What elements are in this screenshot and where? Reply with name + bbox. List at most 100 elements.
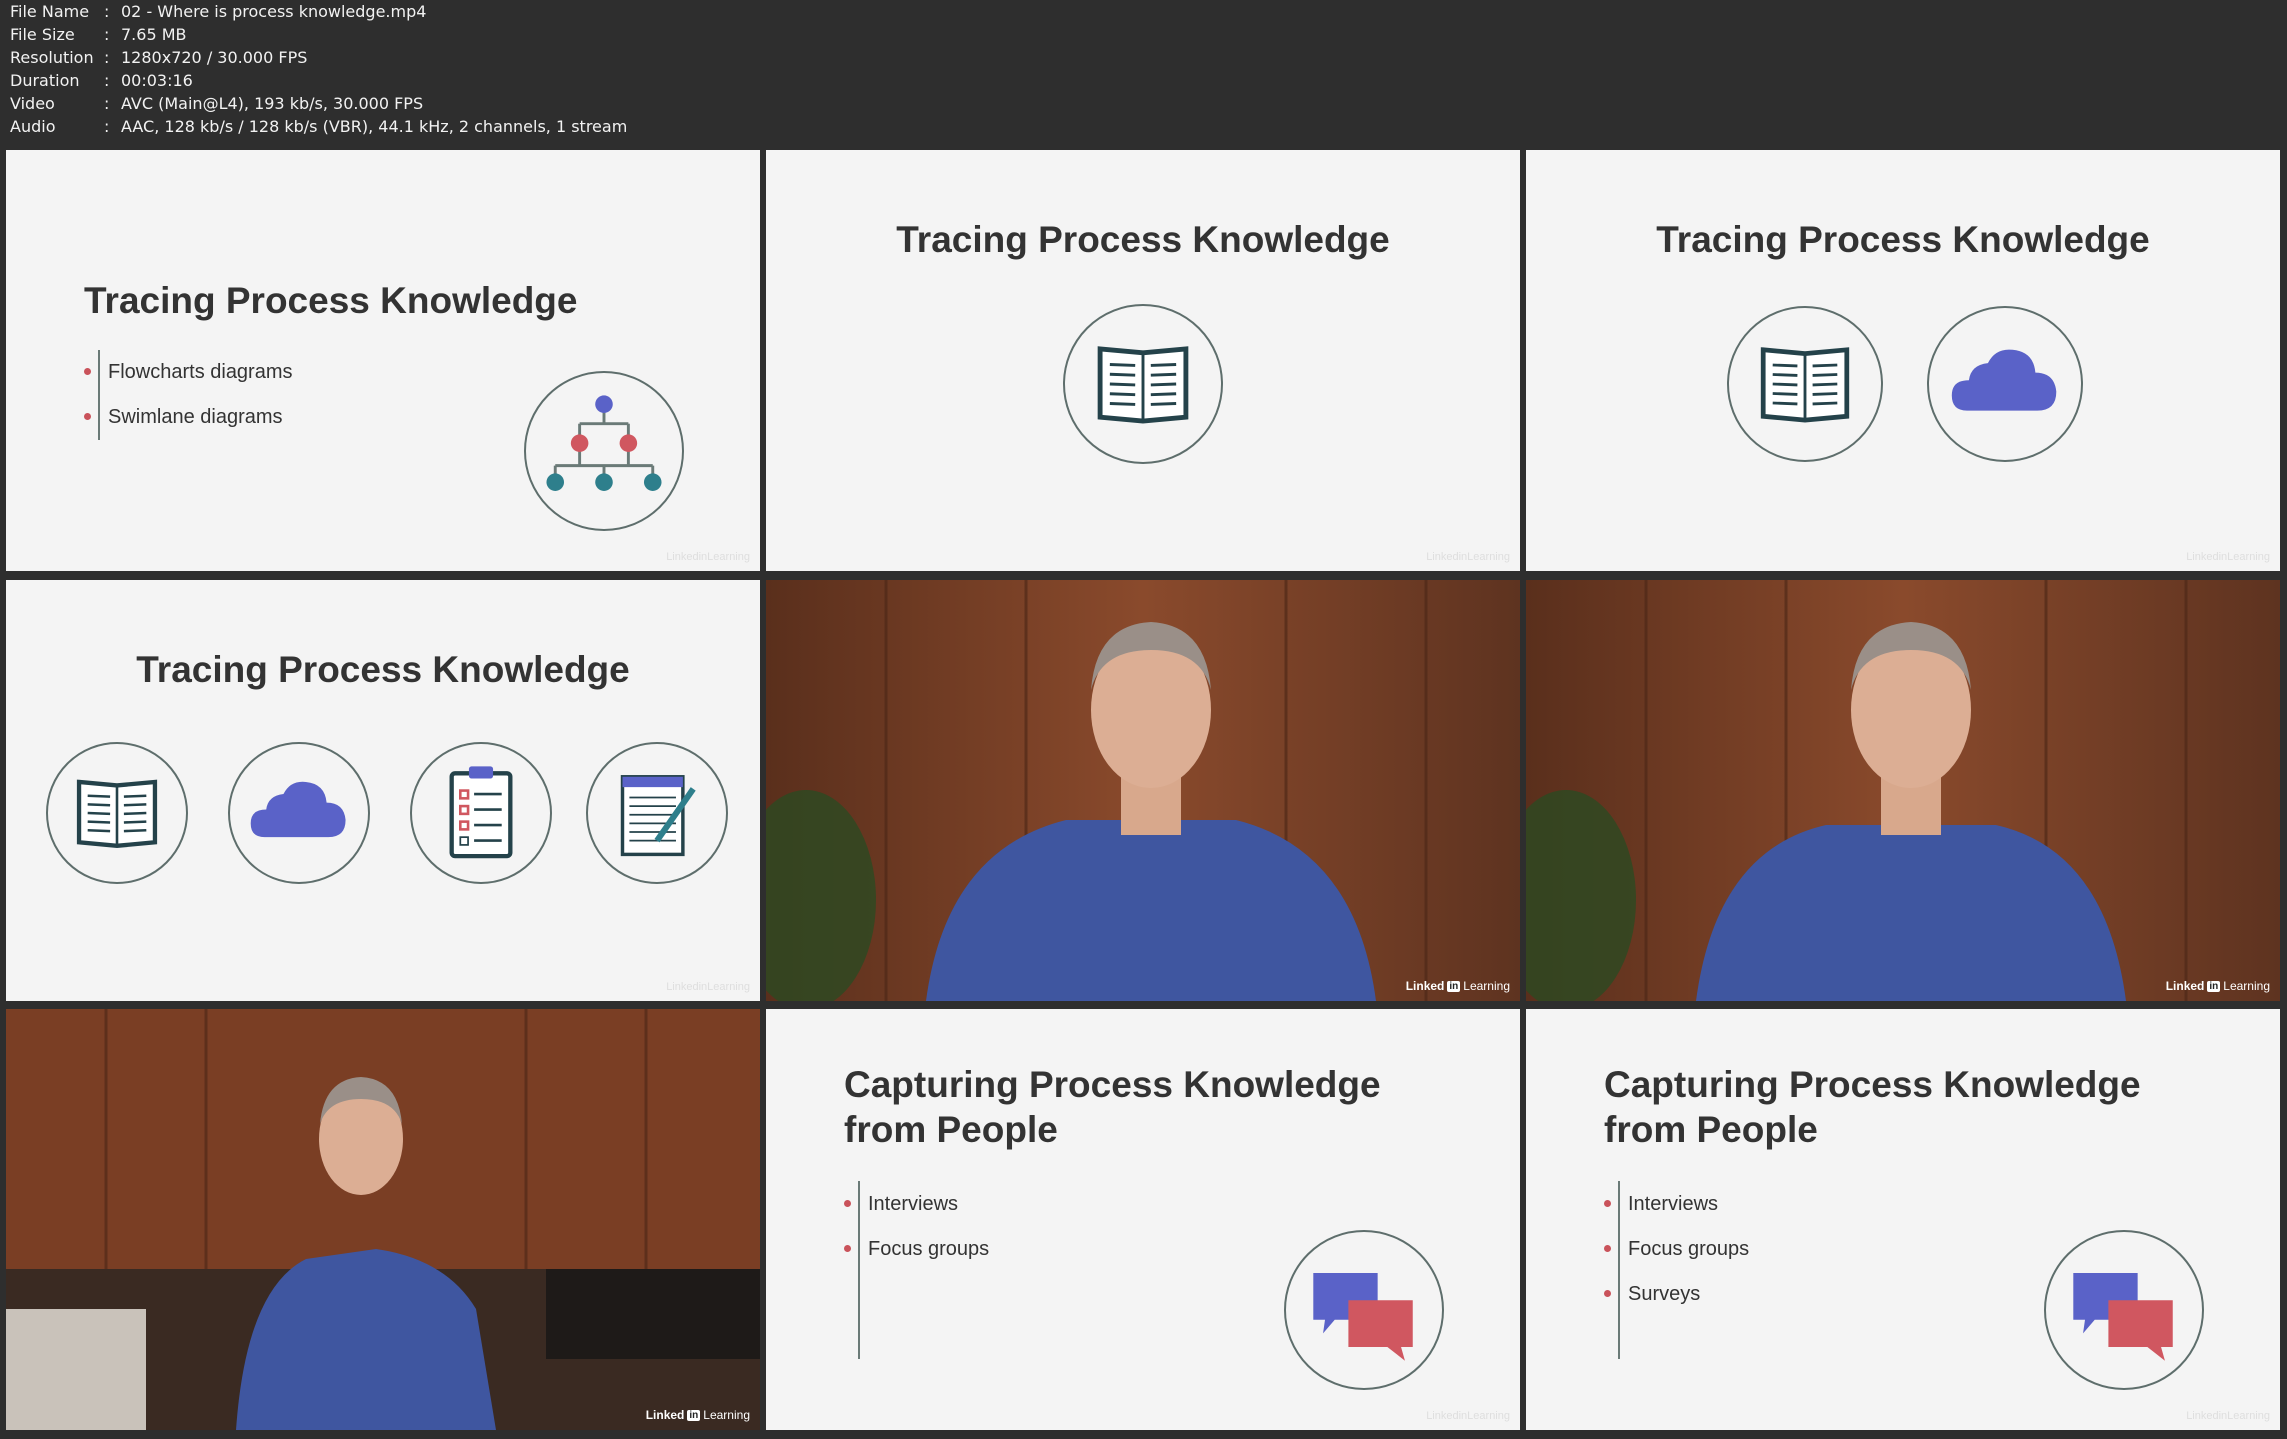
watermark-linked: Linked bbox=[2186, 1410, 2219, 1422]
watermark: LinkedinLearning bbox=[1426, 1410, 1510, 1422]
cloud-icon bbox=[1927, 306, 2083, 462]
thumbnail-tracing-four-icons[interactable]: Tracing Process Knowledge LinkedinLearni… bbox=[6, 580, 760, 1001]
watermark-in: in bbox=[698, 981, 708, 993]
thumbnail-tracing-bullets[interactable]: Tracing Process Knowledge Flowcharts dia… bbox=[6, 150, 760, 571]
watermark-in: in bbox=[2218, 551, 2228, 563]
presenter-video-frame bbox=[6, 1009, 760, 1430]
slide-title-line1: Capturing Process Knowledge bbox=[844, 1064, 1381, 1105]
meta-colon: : bbox=[104, 48, 110, 67]
watermark: LinkedinLearning bbox=[666, 551, 750, 563]
watermark-in: in bbox=[1458, 1410, 1468, 1422]
thumbnail-presenter-wide[interactable]: Linked in Learning bbox=[6, 1009, 760, 1430]
meta-key: File Name bbox=[10, 2, 90, 21]
chat-bubbles-icon bbox=[2044, 1230, 2204, 1390]
slide-title-line2: from People bbox=[1604, 1109, 1818, 1150]
linkedin-learning-logo: Linked in Learning bbox=[646, 1408, 750, 1422]
watermark-learning: Learning bbox=[707, 981, 750, 993]
slide-title: Tracing Process Knowledge bbox=[84, 280, 578, 321]
bullet-dot bbox=[1604, 1200, 1611, 1207]
bullet-dot bbox=[1604, 1290, 1611, 1297]
watermark-learning: Learning bbox=[1467, 551, 1510, 563]
meta-value: 02 - Where is process knowledge.mp4 bbox=[121, 2, 427, 21]
meta-key: Audio bbox=[10, 117, 56, 136]
bullet-item: Interviews bbox=[1628, 1193, 1719, 1215]
watermark: LinkedinLearning bbox=[666, 981, 750, 993]
bullet-dot bbox=[1604, 1245, 1611, 1252]
watermark-linked: Linked bbox=[666, 551, 699, 563]
notepad-pen-icon bbox=[586, 742, 728, 884]
bullet-item: Surveys bbox=[1628, 1283, 1701, 1305]
slide-title: Tracing Process Knowledge bbox=[896, 219, 1390, 260]
logo-learning: Learning bbox=[2223, 979, 2270, 993]
watermark-in: in bbox=[1458, 551, 1468, 563]
thumbnail-tracing-book[interactable]: Tracing Process Knowledge LinkedinLearni… bbox=[766, 150, 1520, 571]
meta-colon: : bbox=[104, 71, 110, 90]
thumbnail-capturing-two-bullets[interactable]: Capturing Process Knowledge from People … bbox=[766, 1009, 1520, 1430]
linkedin-learning-logo: Linked in Learning bbox=[2166, 979, 2270, 993]
logo-learning: Learning bbox=[703, 1408, 750, 1422]
presenter-video-frame bbox=[1526, 580, 2280, 1001]
bullet-dot bbox=[84, 413, 91, 420]
bullet-item: Focus groups bbox=[1628, 1238, 1750, 1260]
bullet-item: Swimlane diagrams bbox=[108, 406, 283, 428]
watermark-learning: Learning bbox=[1467, 1410, 1510, 1422]
logo-linked: Linked bbox=[2165, 979, 2205, 993]
watermark-learning: Learning bbox=[2227, 551, 2270, 563]
file-info-header: File Name : 02 - Where is process knowle… bbox=[0, 0, 2287, 150]
thumbnail-grid: Tracing Process Knowledge Flowcharts dia… bbox=[0, 150, 2287, 1439]
meta-key: Duration bbox=[10, 71, 80, 90]
clipboard-checklist-icon bbox=[410, 742, 552, 884]
watermark-linked: Linked bbox=[1426, 551, 1459, 563]
cloud-icon bbox=[228, 742, 370, 884]
bullet-bar bbox=[1618, 1181, 1620, 1359]
watermark-in: in bbox=[698, 551, 708, 563]
slide-title-line1: Capturing Process Knowledge bbox=[1604, 1064, 2141, 1105]
watermark-learning: Learning bbox=[707, 551, 750, 563]
bullet-dot bbox=[844, 1245, 851, 1252]
slide-title: Tracing Process Knowledge bbox=[1656, 219, 2150, 260]
watermark-in: in bbox=[2218, 1410, 2228, 1422]
logo-linked: Linked bbox=[1405, 979, 1445, 993]
bullet-item: Flowcharts diagrams bbox=[108, 361, 293, 383]
watermark-linked: Linked bbox=[2186, 551, 2219, 563]
bullet-item: Interviews bbox=[868, 1193, 959, 1215]
thumbnail-tracing-book-cloud[interactable]: Tracing Process Knowledge LinkedinLearni… bbox=[1526, 150, 2280, 571]
meta-value: 1280x720 / 30.000 FPS bbox=[121, 48, 308, 67]
watermark-learning: Learning bbox=[2227, 1410, 2270, 1422]
meta-colon: : bbox=[104, 117, 110, 136]
thumbnail-presenter-2[interactable]: Linked in Learning bbox=[1526, 580, 2280, 1001]
logo-in: in bbox=[2207, 980, 2221, 992]
watermark-linked: Linked bbox=[666, 981, 699, 993]
meta-key: Resolution bbox=[10, 48, 94, 67]
meta-colon: : bbox=[104, 25, 110, 44]
open-book-icon bbox=[1727, 306, 1883, 462]
watermark: LinkedinLearning bbox=[1426, 551, 1510, 563]
slide-title-line2: from People bbox=[844, 1109, 1058, 1150]
meta-value: 00:03:16 bbox=[121, 71, 193, 90]
open-book-icon bbox=[46, 742, 188, 884]
bullet-bar bbox=[98, 350, 100, 440]
meta-colon: : bbox=[104, 94, 110, 113]
bullet-list: Interviews Focus groups bbox=[844, 1181, 1144, 1361]
meta-value: AVC (Main@L4), 193 kb/s, 30.000 FPS bbox=[121, 94, 424, 113]
open-book-icon bbox=[1063, 304, 1223, 464]
meta-key: Video bbox=[10, 94, 55, 113]
chat-bubbles-icon bbox=[1284, 1230, 1444, 1390]
linkedin-learning-logo: Linked in Learning bbox=[1406, 979, 1510, 993]
thumbnail-presenter-1[interactable]: Linked in Learning bbox=[766, 580, 1520, 1001]
bullet-item: Focus groups bbox=[868, 1238, 990, 1260]
presenter-video-frame bbox=[766, 580, 1520, 1001]
slide-title: Tracing Process Knowledge bbox=[136, 649, 630, 690]
meta-key: File Size bbox=[10, 25, 75, 44]
bullet-list: Flowcharts diagrams Swimlane diagrams bbox=[84, 350, 384, 442]
logo-learning: Learning bbox=[1463, 979, 1510, 993]
watermark: LinkedinLearning bbox=[2186, 1410, 2270, 1422]
thumbnail-capturing-three-bullets[interactable]: Capturing Process Knowledge from People … bbox=[1526, 1009, 2280, 1430]
bullet-list: Interviews Focus groups Surveys bbox=[1604, 1181, 1904, 1361]
meta-value: 7.65 MB bbox=[121, 25, 187, 44]
watermark: LinkedinLearning bbox=[2186, 551, 2270, 563]
bullet-dot bbox=[844, 1200, 851, 1207]
org-chart-icon bbox=[524, 371, 684, 531]
meta-value: AAC, 128 kb/s / 128 kb/s (VBR), 44.1 kHz… bbox=[121, 117, 628, 136]
logo-in: in bbox=[687, 1409, 701, 1421]
